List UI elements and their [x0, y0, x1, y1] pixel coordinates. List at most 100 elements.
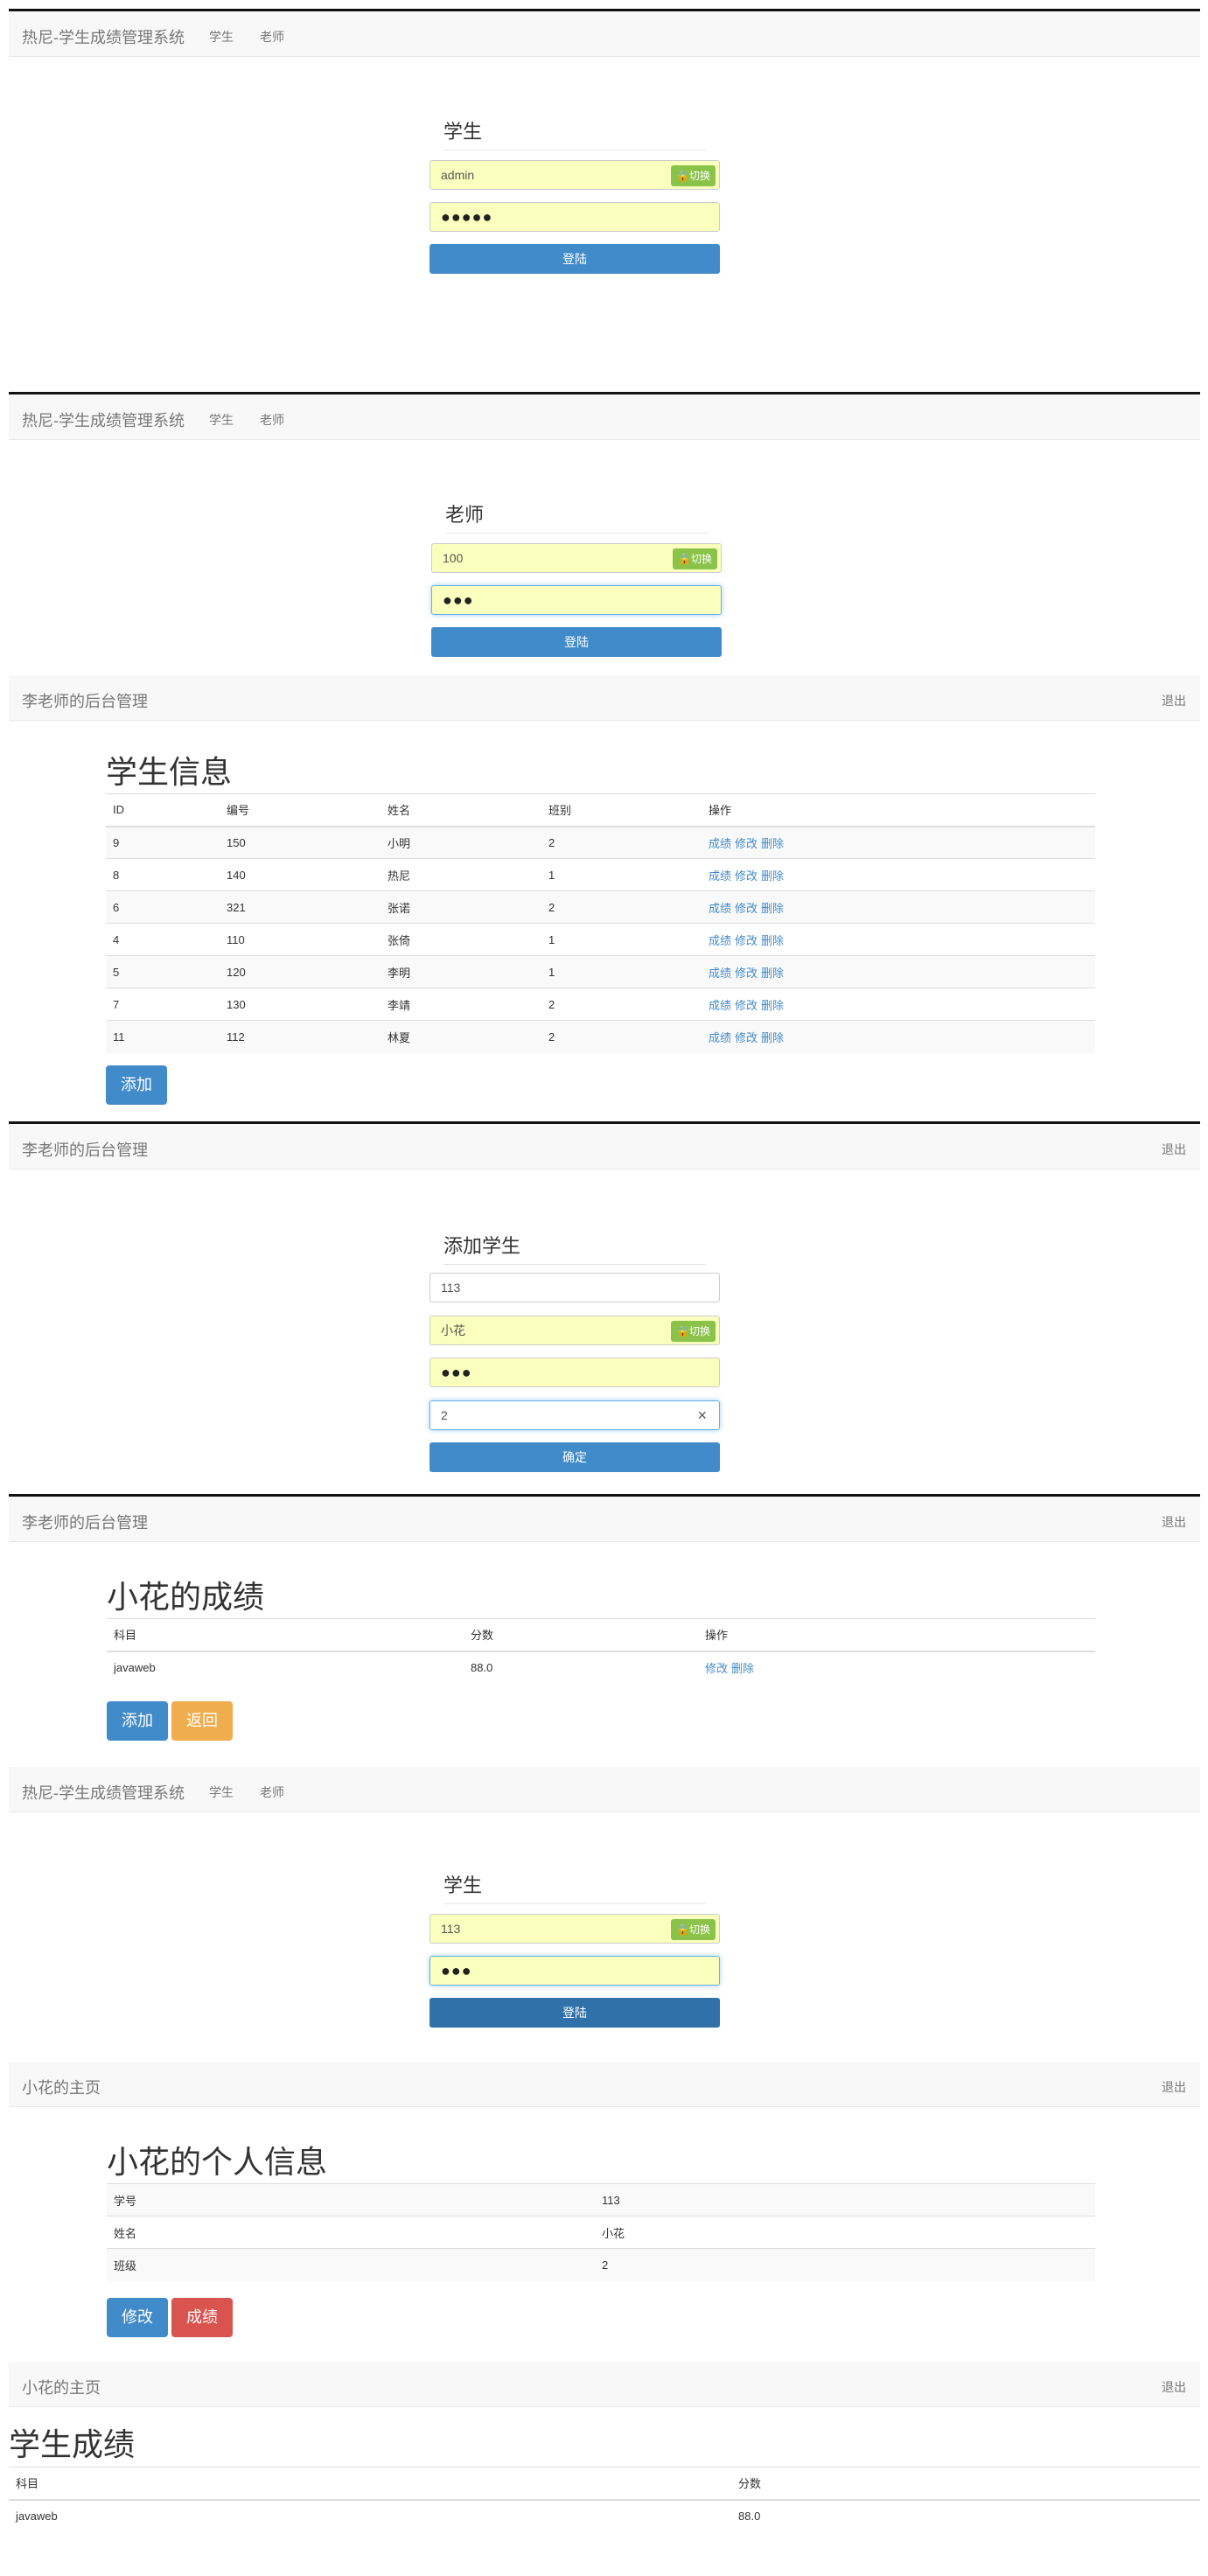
nav-student[interactable]: 学生 — [209, 1784, 234, 1801]
switch-button[interactable]: 🔒切换 — [671, 1919, 716, 1940]
scores-link[interactable]: 成绩 — [709, 902, 731, 915]
nav-student[interactable]: 学生 — [209, 28, 234, 45]
table-cell: 2 — [541, 890, 702, 924]
brand[interactable]: 热尼-学生成绩管理系统 — [22, 408, 185, 431]
scores-link[interactable]: 成绩 — [709, 1031, 731, 1044]
password-input[interactable]: ●●● — [431, 585, 722, 615]
close-icon[interactable]: × — [697, 1401, 707, 1429]
delete-link[interactable]: 删除 — [761, 902, 784, 915]
field-value: 2 — [595, 2248, 1095, 2281]
scores-link[interactable]: 成绩 — [709, 837, 731, 850]
table-cell: javaweb — [107, 1651, 464, 1684]
nav-teacher[interactable]: 老师 — [260, 1784, 284, 1801]
actions-cell: 成绩 修改 删除 — [702, 890, 1095, 924]
actions-cell: 成绩 修改 删除 — [702, 988, 1095, 1021]
table-cell: 1 — [541, 955, 702, 988]
table-cell: 1 — [541, 858, 702, 891]
table-cell: 321 — [220, 890, 381, 924]
table-cell: 热尼 — [381, 858, 541, 891]
student-list-screen: 李老师的后台管理 退出 学生信息 ID 编号 姓名 班别 操作 9 150 小明 2 成… — [9, 675, 1200, 1121]
username-input[interactable]: admin 🔒切换 — [429, 160, 720, 190]
delete-link[interactable]: 删除 — [761, 967, 784, 980]
delete-link[interactable]: 删除 — [761, 869, 784, 883]
scores-link[interactable]: 成绩 — [709, 967, 731, 980]
scores-link[interactable]: 成绩 — [709, 999, 731, 1012]
nav-teacher[interactable]: 老师 — [260, 411, 284, 429]
form-title: 学生 — [443, 1870, 706, 1904]
add-button[interactable]: 添加 — [107, 1701, 168, 1741]
col-number: 编号 — [220, 793, 381, 827]
navbar: 热尼-学生成绩管理系统 学生 老师 — [9, 11, 1200, 57]
form-title: 添加学生 — [443, 1231, 706, 1265]
username-input[interactable]: 113 🔒切换 — [429, 1914, 720, 1944]
page-title: 小花的成绩 — [107, 1579, 265, 1615]
logout-link[interactable]: 退出 — [1162, 2078, 1186, 2096]
scores-table: 科目 分数 javaweb 88.0 — [9, 2467, 1200, 2532]
table-cell: javaweb — [9, 2499, 731, 2532]
switch-button[interactable]: 🔒切换 — [671, 1321, 716, 1342]
brand[interactable]: 李老师的后台管理 — [22, 1511, 148, 1533]
scores-button[interactable]: 成绩 — [171, 2298, 233, 2337]
delete-link[interactable]: 删除 — [761, 837, 784, 850]
table-cell: 6 — [106, 890, 220, 924]
class-input[interactable]: 2 × — [429, 1400, 720, 1430]
logout-link[interactable]: 退出 — [1162, 1141, 1186, 1158]
table-row: 8 140 热尼 1 成绩 修改 删除 — [106, 858, 1095, 891]
brand[interactable]: 李老师的后台管理 — [22, 689, 148, 712]
brand[interactable]: 小花的主页 — [22, 2076, 101, 2098]
table-cell: 2 — [541, 988, 702, 1021]
navbar: 李老师的后台管理 退出 — [9, 675, 1200, 721]
logout-link[interactable]: 退出 — [1162, 1513, 1186, 1531]
brand[interactable]: 李老师的后台管理 — [22, 1138, 148, 1161]
table-cell: 5 — [106, 955, 220, 988]
lock-icon: 🔒 — [676, 1325, 689, 1337]
edit-link[interactable]: 修改 — [705, 1662, 728, 1675]
back-button[interactable]: 返回 — [171, 1701, 233, 1741]
name-input[interactable]: 小花 🔒切换 — [429, 1316, 720, 1345]
edit-link[interactable]: 修改 — [735, 837, 758, 850]
table-row: 学号 113 — [107, 2183, 1095, 2216]
delete-link[interactable]: 删除 — [761, 1031, 784, 1044]
edit-link[interactable]: 修改 — [735, 1031, 758, 1044]
form-title: 学生 — [443, 116, 706, 150]
logout-link[interactable]: 退出 — [1162, 2378, 1186, 2396]
password-input[interactable]: ●●● — [429, 1358, 720, 1387]
table-cell: 1 — [541, 923, 702, 956]
delete-link[interactable]: 删除 — [761, 999, 784, 1012]
password-input[interactable]: ●●● — [429, 1956, 720, 1986]
page-title: 学生信息 — [106, 754, 233, 790]
logout-link[interactable]: 退出 — [1162, 692, 1186, 709]
nav-student[interactable]: 学生 — [209, 411, 234, 429]
edit-button[interactable]: 修改 — [107, 2298, 168, 2337]
edit-link[interactable]: 修改 — [735, 934, 758, 947]
edit-link[interactable]: 修改 — [735, 999, 758, 1012]
login-button[interactable]: 登陆 — [431, 627, 722, 657]
add-button[interactable]: 添加 — [106, 1065, 167, 1105]
field-label: 班级 — [107, 2248, 595, 2281]
edit-link[interactable]: 修改 — [735, 967, 758, 980]
username-input[interactable]: 100 🔒切换 — [431, 543, 722, 573]
table-row: 5 120 李明 1 成绩 修改 删除 — [106, 955, 1095, 988]
switch-button[interactable]: 🔒切换 — [673, 548, 717, 569]
edit-link[interactable]: 修改 — [735, 869, 758, 883]
scores-link[interactable]: 成绩 — [709, 869, 731, 883]
login-button[interactable]: 登陆 — [429, 1998, 720, 2028]
number-input[interactable]: 113 — [429, 1273, 720, 1302]
col-subject: 科目 — [107, 1618, 464, 1652]
scores-link[interactable]: 成绩 — [709, 934, 731, 947]
password-input[interactable]: ●●●●● — [429, 202, 720, 232]
login-button[interactable]: 登陆 — [429, 244, 720, 274]
switch-button[interactable]: 🔒切换 — [671, 165, 716, 186]
brand[interactable]: 小花的主页 — [22, 2376, 101, 2398]
delete-link[interactable]: 删除 — [731, 1662, 754, 1675]
brand[interactable]: 热尼-学生成绩管理系统 — [22, 25, 185, 48]
actions-cell: 成绩 修改 删除 — [702, 826, 1095, 859]
confirm-button[interactable]: 确定 — [429, 1442, 720, 1472]
student-table: ID 编号 姓名 班别 操作 9 150 小明 2 成绩 修改 删除 8 140 热尼 1 成绩 修改删… — [106, 793, 1095, 1053]
brand[interactable]: 热尼-学生成绩管理系统 — [22, 1781, 185, 1804]
edit-link[interactable]: 修改 — [735, 902, 758, 915]
table-cell: 110 — [220, 923, 381, 956]
nav-teacher[interactable]: 老师 — [260, 28, 284, 45]
delete-link[interactable]: 删除 — [761, 934, 784, 947]
navbar: 李老师的后台管理 退出 — [9, 1124, 1200, 1169]
